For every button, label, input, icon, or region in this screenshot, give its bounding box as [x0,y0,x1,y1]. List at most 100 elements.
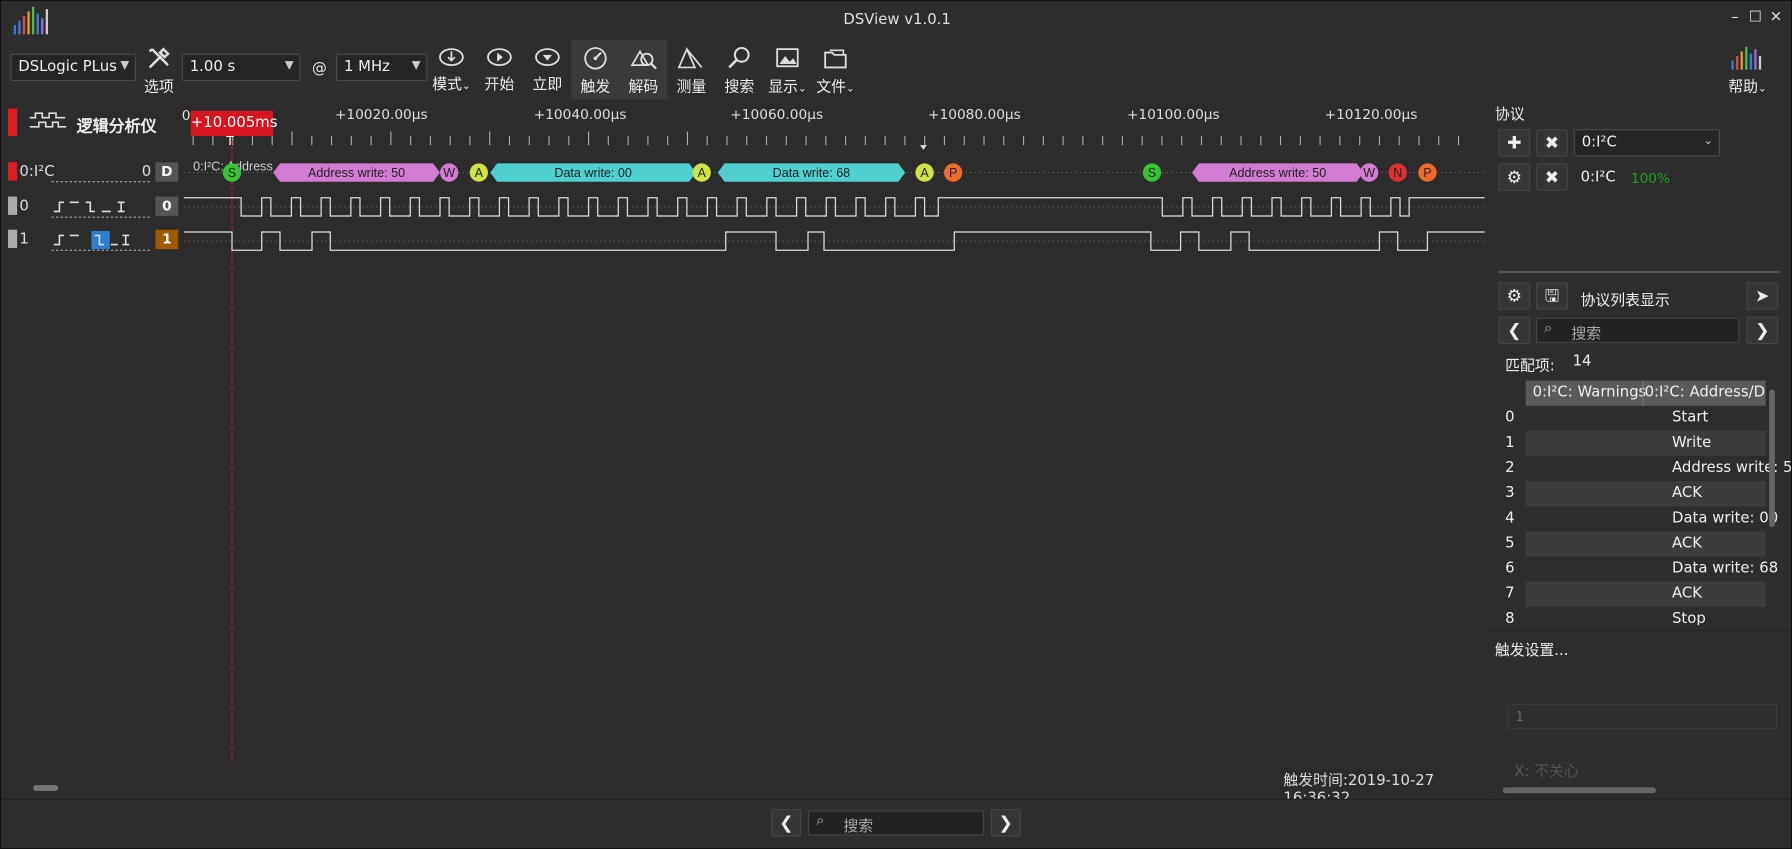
timeline-label: +10120.00µs [1324,106,1418,123]
file-button[interactable]: 文件⌄ [811,40,859,99]
search-button[interactable]: 搜索 [715,40,763,99]
decoder-indicator [8,162,18,181]
table-row[interactable]: 7 ACK [1498,581,1766,607]
search-placeholder: 搜索 [1571,325,1602,343]
protocol-title: 协议 [1494,106,1525,124]
decoder-select[interactable]: 0:I²C ⌄ [1573,129,1721,157]
trigger-hscrollbar[interactable] [1502,787,1657,794]
row-value: Stop [1672,610,1706,628]
table-row[interactable]: 2 Address write: 50 [1498,456,1791,481]
file-label: 文件 [816,78,846,97]
mode-label: 模式 [432,76,462,94]
search-prev-button[interactable]: ❮ [1498,316,1531,345]
decode-label: 解码 [628,78,659,97]
channel-number: 0 [141,163,152,181]
mode-button[interactable]: 模式⌄ [427,40,475,99]
jump-button[interactable]: ➤ [1746,282,1779,310]
trigger-edge-icons [51,230,150,251]
table-row[interactable]: 4 Data write: 00 [1498,506,1778,531]
decode-button[interactable]: 解码 [619,40,668,100]
navigate-arrow-icon: ➤ [1755,285,1770,307]
timeline-label: +10020.00µs [334,106,428,123]
list-save-button[interactable]: 🖫 [1536,282,1569,310]
chevron-down-icon: ▼ [284,59,294,73]
row-index: 5 [1505,534,1515,553]
decoder-delete-button[interactable]: ✖ [1536,163,1569,191]
protocol-list-title: 协议列表显示 [1580,292,1670,310]
measure-button[interactable]: 测量 [667,40,715,99]
row-value: Data write: 00 [1672,509,1779,527]
options-label: 选项 [143,78,174,97]
close-icon[interactable]: ✕ [1768,10,1784,26]
options-button[interactable]: 选项 [136,40,182,99]
row-index: 2 [1505,459,1515,477]
device-select-value: DSLogic PLus [18,58,117,76]
protocol-search-input[interactable]: ⌕ 搜索 [1536,317,1740,343]
trigger-value-input[interactable]: 1 [1507,704,1778,730]
decoder-settings-button[interactable]: ⚙ [1498,163,1531,191]
waveform-scrollbar[interactable] [8,785,1482,792]
minimize-icon[interactable]: – [1727,10,1743,26]
bottom-next-button[interactable]: ❯ [990,809,1021,837]
samplerate-value: 1 MHz [344,58,390,76]
close-icon: ✖ [1544,166,1560,188]
duration-select[interactable]: 1.00 s ▼ [181,53,301,82]
trigger-selector-ch0[interactable] [51,198,152,223]
tools-icon [148,47,170,69]
table-scrollbar[interactable] [1769,389,1775,527]
row-value: Write [1672,434,1712,452]
instant-button[interactable]: 立即 [523,40,571,99]
list-settings-button[interactable]: ⚙ [1498,282,1531,310]
trigger-selector-ch1[interactable] [51,230,152,256]
mode-icon [439,48,464,67]
bottom-search-input[interactable]: ⌕ 搜索 [808,810,985,836]
trigger-label: 触发 [580,78,611,97]
row-value: Start [1672,409,1709,427]
table-row[interactable]: 6 Data write: 68 [1498,557,1778,582]
device-select[interactable]: DSLogic PLus ▼ [10,53,137,82]
trigger-edge-icons [51,201,150,218]
timeline-label: +10060.00µs [730,106,824,123]
trigger-settings-title: 触发设置... [1494,642,1569,660]
scrollbar-thumb[interactable] [33,785,59,791]
decoder-progress: 100% [1630,170,1671,187]
plus-icon: ✚ [1507,132,1522,154]
maximize-icon[interactable]: ☐ [1747,10,1763,26]
panel-divider[interactable] [1498,270,1780,274]
annotation-label: W [443,166,455,180]
remove-decoder-button[interactable]: ✖ [1536,129,1569,157]
row-value: ACK [1672,484,1703,502]
bottom-prev-button[interactable]: ❮ [771,809,802,837]
row-index: 1 [1505,434,1515,452]
channel-name: 1 [19,230,29,249]
table-row[interactable]: 3 ACK [1498,481,1766,507]
col-address[interactable]: 0:I²C: Address/Dat [1645,384,1766,401]
annotation-label: A [698,166,707,180]
chevron-right-icon: ❯ [998,812,1013,834]
display-icon [776,48,799,68]
protocol-table-header: 0:I²C: Warnings 0:I²C: Address/Dat [1525,380,1766,406]
start-button[interactable]: 开始 [475,40,523,99]
table-row[interactable]: 1 Write [1498,430,1766,457]
channel-tag[interactable]: D [155,162,179,182]
decoder-name: 0:I²C [1580,169,1616,187]
channel-tag[interactable]: 1 [155,229,179,250]
col-warnings[interactable]: 0:I²C: Warnings [1533,384,1647,401]
table-row[interactable]: 5 ACK [1498,531,1766,557]
table-row[interactable]: 0 Start [1498,406,1765,431]
caret-icon: ⌄ [1757,83,1767,95]
help-label: 帮助 [1728,78,1758,97]
decoder-select-value: 0:I²C [1581,133,1617,151]
gear-icon: ⚙ [1506,166,1522,188]
display-button[interactable]: 显示⌄ [763,40,811,99]
close-icon: ✖ [1544,132,1560,154]
caret-icon: ⌄ [461,81,471,93]
help-button[interactable]: 帮助⌄ [1722,40,1772,99]
cursor-time-flag[interactable]: +10.005ms [190,110,278,137]
samplerate-select[interactable]: 1 MHz ▼ [336,53,428,82]
channel-tag[interactable]: 0 [155,196,179,217]
trigger-button[interactable]: 触发 [571,40,620,100]
row-index: 8 [1505,610,1515,628]
search-next-button[interactable]: ❯ [1746,316,1779,345]
add-decoder-button[interactable]: ✚ [1498,129,1531,157]
